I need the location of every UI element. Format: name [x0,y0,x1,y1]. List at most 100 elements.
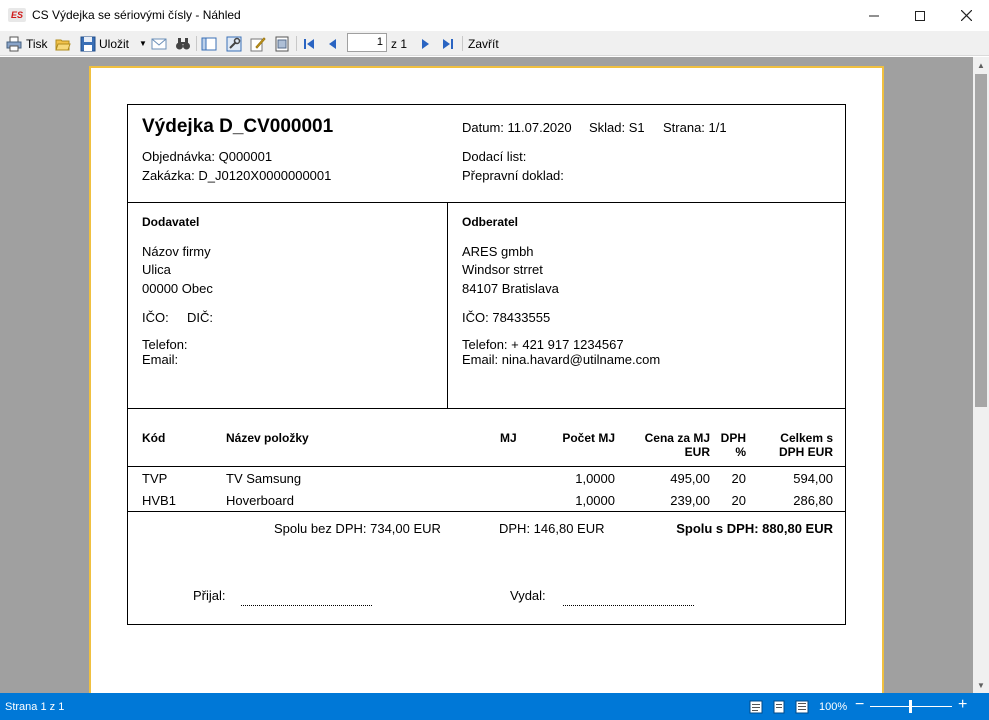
total-with-vat: Spolu s DPH: 880,80 EUR [676,521,833,536]
maximize-button[interactable] [897,0,943,31]
page-number-input[interactable]: 1 [347,33,387,52]
contract-label: Zakázka: D_J0120X0000000001 [142,168,332,183]
page-of-label: z 1 [391,36,408,51]
print-button[interactable]: Tisk [6,34,48,53]
zoom-in-icon[interactable]: + [958,696,967,714]
divider [128,466,845,467]
date-label: Datum: 11.07.2020 [462,120,572,135]
page-layout-button[interactable] [201,34,217,53]
row2-total: 286,80 [793,493,833,508]
order-label: Objednávka: Q000001 [142,149,273,164]
total-without-vat: Spolu bez DPH: 734,00 EUR [274,521,441,536]
col-header-unit: MJ [500,431,517,445]
zoom-slider-thumb[interactable] [909,700,912,713]
previous-page-icon [329,38,336,49]
first-page-button[interactable] [301,34,317,53]
row2-qty: 1,0000 [575,493,615,508]
received-signature-line [241,605,372,606]
row1-code: TVP [142,471,168,486]
received-label: Přijal: [193,588,226,603]
save-label: Uložit [99,36,130,51]
row2-price: 239,00 [670,493,710,508]
document-title: Výdejka D_CV000001 [142,116,334,137]
find-button[interactable] [175,34,191,53]
col-header-price-unit: EUR [684,445,710,459]
first-page-icon [304,38,314,49]
tools-button[interactable] [226,34,242,53]
page-number-label: Strana: 1/1 [663,120,727,135]
minimize-button[interactable] [851,0,897,31]
zoom-level: 100% [819,701,848,713]
save-button[interactable]: Uložit ▼ [80,34,147,53]
previous-page-button[interactable] [325,34,341,53]
supplier-dic: DIČ: [187,310,213,325]
print-label: Tisk [26,36,48,51]
row1-name: TV Samsung [226,471,302,486]
supplier-city: 00000 Obec [142,281,213,296]
supplier-name: Názov firmy [142,244,211,259]
last-page-icon [443,38,453,49]
page-setup-icon [275,36,289,51]
vertical-scrollbar[interactable]: ▲ ▼ [973,57,989,693]
window-title: CS Výdejka se sériovými čísly - Náhled [32,8,241,22]
minimize-icon [869,15,879,16]
save-disk-icon [80,36,96,51]
toolbar: Tisk Uložit ▼ z 1 Zavřít [0,31,989,56]
col-header-total: Celkem s [780,431,833,445]
maximize-icon [915,10,925,21]
multi-page-view-icon[interactable] [795,700,809,714]
last-page-button[interactable] [440,34,456,53]
single-page-view-icon[interactable] [749,700,763,714]
col-header-name: Název položky [226,431,309,445]
customer-email: Email: nina.havard@utilname.com [462,352,661,367]
col-header-vat-unit: % [735,445,746,459]
row1-total: 594,00 [793,471,833,486]
page-width-view-icon[interactable] [772,700,786,714]
row1-price: 495,00 [670,471,710,486]
close-preview-button[interactable]: Zavřít [468,34,499,53]
next-page-icon [422,38,429,49]
supplier-street: Ulica [142,262,171,277]
edit-button[interactable] [250,34,266,53]
scrollbar-thumb[interactable] [975,74,987,407]
total-vat: DPH: 146,80 EUR [499,521,605,536]
customer-phone: Telefon: + 421 917 1234567 [462,337,624,352]
customer-name: ARES gmbh [462,244,534,259]
page-setup-button[interactable] [274,34,290,53]
app-icon: ES [8,8,26,22]
divider [128,408,845,409]
issued-signature-line [563,605,694,606]
col-header-price: Cena za MJ [644,431,710,445]
customer-ico: IČO: 78433555 [462,310,551,325]
warehouse-label: Sklad: S1 [589,120,645,135]
email-button[interactable] [151,34,167,53]
chevron-down-icon[interactable]: ▼ [139,39,147,48]
close-icon [960,10,972,21]
scroll-up-icon[interactable]: ▲ [973,57,989,73]
status-bar: Strana 1 z 1 100% − + [0,693,989,720]
col-header-vat: DPH [720,431,746,445]
scroll-down-icon[interactable]: ▼ [973,677,989,693]
column-divider [447,203,448,408]
layout-icon [201,37,217,50]
envelope-icon [151,38,167,49]
row1-qty: 1,0000 [575,471,615,486]
toolbar-separator [296,36,297,51]
document-frame: Výdejka D_CV000001 Datum: 11.07.2020 Skl… [127,104,846,625]
zoom-out-icon[interactable]: − [855,696,864,714]
supplier-phone: Telefon: [142,337,188,352]
divider [128,202,845,203]
folder-open-icon [55,39,71,50]
wrench-icon [226,36,242,51]
title-bar: ES CS Výdejka se sériovými čísly - Náhle… [0,0,989,31]
divider [128,511,845,512]
next-page-button[interactable] [417,34,433,53]
customer-street: Windsor strret [462,262,543,277]
toolbar-separator [462,36,463,51]
edit-pencil-icon [250,36,266,51]
row1-vat: 20 [731,471,746,486]
toolbar-separator [196,36,197,51]
delivery-note-label: Dodací list: [462,149,527,164]
close-window-button[interactable] [943,0,989,31]
open-button[interactable] [55,34,71,53]
